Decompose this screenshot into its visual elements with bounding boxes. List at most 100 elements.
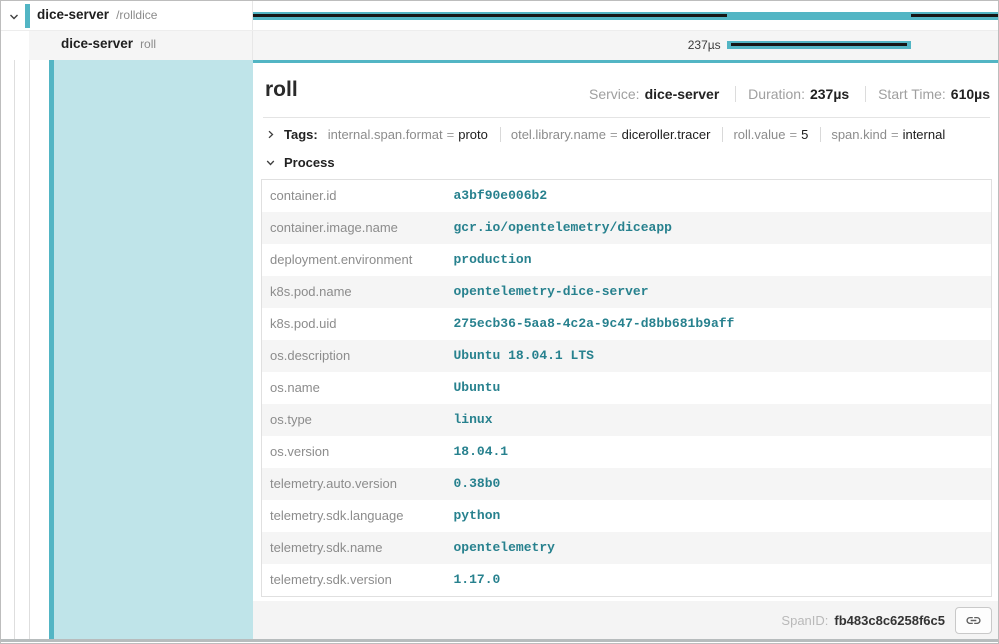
tag-value: proto <box>458 127 488 142</box>
process-kv-row: telemetry.sdk.version 1.17.0 <box>262 564 992 597</box>
tag-item: internal.span.format =proto <box>328 127 501 142</box>
kv-value: Ubuntu <box>446 372 992 404</box>
kv-key: os.version <box>262 436 446 468</box>
service-name-text: dice-server <box>37 7 109 22</box>
timeline-row-child: 237µs <box>253 31 998 60</box>
process-kv-row: os.description Ubuntu 18.04.1 LTS <box>262 340 992 372</box>
tag-value: diceroller.tracer <box>622 127 711 142</box>
span-self-time-segment <box>253 14 727 17</box>
root-span-bar[interactable] <box>253 12 998 20</box>
span-row-root[interactable]: dice-server/rolldice <box>1 1 998 31</box>
overview-value: dice-server <box>645 86 720 102</box>
overview-value: 610µs <box>951 86 990 102</box>
kv-value: 275ecb36-5aa8-4c2a-9c47-d8bb681b9aff <box>446 308 992 340</box>
span-color-bar <box>25 4 30 28</box>
process-label: Process <box>284 155 335 170</box>
kv-value: Ubuntu 18.04.1 LTS <box>446 340 992 372</box>
process-accordion[interactable]: Process <box>265 155 335 170</box>
service-name: dice-server/rolldice <box>37 7 157 22</box>
span-duration-label: 237µs <box>688 38 727 52</box>
indent-guide <box>14 31 15 639</box>
tags-accordion[interactable]: Tags:internal.span.format=protootel.libr… <box>265 127 990 142</box>
link-icon <box>965 612 982 629</box>
trace-detail-page: dice-server/rolldice dice-server roll 237… <box>0 0 999 644</box>
kv-value: gcr.io/opentelemetry/diceapp <box>446 212 992 244</box>
header-divider <box>263 117 990 118</box>
kv-key: k8s.pod.uid <box>262 308 446 340</box>
span-rows: dice-server/rolldice dice-server roll 237… <box>1 1 998 60</box>
kv-key: telemetry.auto.version <box>262 468 446 500</box>
span-overview: Service: dice-server Duration: 237µs Start… <box>589 86 990 102</box>
overview-item: Start Time: 610µs <box>865 86 990 102</box>
tag-key: span.kind <box>831 127 887 142</box>
kv-key: os.type <box>262 404 446 436</box>
spanid-label: SpanID: <box>781 613 828 628</box>
process-kv-row: k8s.pod.name opentelemetry-dice-server <box>262 276 992 308</box>
process-kv-row: container.id a3bf90e006b2 <box>262 180 992 213</box>
process-kv-row: telemetry.auto.version 0.38b0 <box>262 468 992 500</box>
operation-name: roll <box>140 37 156 51</box>
kv-key: telemetry.sdk.version <box>262 564 446 597</box>
kv-key: telemetry.sdk.name <box>262 532 446 564</box>
tag-key: internal.span.format <box>328 127 443 142</box>
tags-summary: internal.span.format=protootel.library.n… <box>328 127 968 142</box>
overview-value: 237µs <box>810 86 849 102</box>
kv-value: opentelemetry-dice-server <box>446 276 992 308</box>
kv-value: opentelemetry <box>446 532 992 564</box>
chevron-down-icon[interactable] <box>8 10 20 22</box>
spanid-value: fb483c8c6258f6c5 <box>834 613 945 628</box>
chevron-right-icon <box>265 128 276 139</box>
tag-equals: = <box>447 127 455 142</box>
tag-equals: = <box>891 127 899 142</box>
service-name-text: dice-server <box>61 36 133 51</box>
overview-label: Service: <box>589 86 640 102</box>
tag-item: otel.library.name=diceroller.tracer <box>511 127 724 142</box>
process-kv-row: os.name Ubuntu <box>262 372 992 404</box>
overview-item: Service: dice-server <box>589 86 719 102</box>
process-kv-row: os.version 18.04.1 <box>262 436 992 468</box>
duration-text: 237µs <box>688 38 721 52</box>
process-kv-row: os.type linux <box>262 404 992 436</box>
tags-label: Tags: <box>284 127 318 142</box>
kv-value: 0.38b0 <box>446 468 992 500</box>
kv-key: k8s.pod.name <box>262 276 446 308</box>
overview-label: Duration: <box>748 86 805 102</box>
span-name-column: dice-server roll <box>1 31 253 60</box>
tag-value: internal <box>903 127 946 142</box>
kv-key: telemetry.sdk.language <box>262 500 446 532</box>
span-row-child[interactable]: dice-server roll 237µs <box>1 31 998 60</box>
process-kv-row: container.image.name gcr.io/opentelemetr… <box>262 212 992 244</box>
detail-row-bottom-border <box>1 639 998 642</box>
kv-key: os.description <box>262 340 446 372</box>
chevron-down-icon <box>265 156 276 167</box>
process-kv-row: k8s.pod.uid 275ecb36-5aa8-4c2a-9c47-d8bb… <box>262 308 992 340</box>
kv-value: python <box>446 500 992 532</box>
span-detail-panel: roll Service:dice-server Duration:237µs … <box>253 60 999 639</box>
timeline-row-root <box>253 1 998 30</box>
deep-link-button[interactable] <box>955 607 992 634</box>
span-self-time-segment <box>911 14 998 17</box>
span-name-column: dice-server/rolldice <box>1 1 253 30</box>
kv-key: container.id <box>262 180 446 213</box>
kv-value: 1.17.0 <box>446 564 992 597</box>
operation-name: /rolldice <box>116 8 157 22</box>
kv-value: linux <box>446 404 992 436</box>
indent-guide <box>29 31 30 639</box>
selected-span-highlight <box>54 60 253 639</box>
tag-item: roll.value=5 <box>733 127 821 142</box>
kv-value: 18.04.1 <box>446 436 992 468</box>
kv-key: container.image.name <box>262 212 446 244</box>
span-detail-footer: SpanID: fb483c8c6258f6c5 <box>253 601 999 639</box>
tag-equals: = <box>610 127 618 142</box>
kv-key: deployment.environment <box>262 244 446 276</box>
tag-item: span.kind = internal <box>831 127 957 142</box>
process-kv-row: telemetry.sdk.language python <box>262 500 992 532</box>
kv-value: a3bf90e006b2 <box>446 180 992 213</box>
child-span-bar[interactable] <box>727 41 912 49</box>
overview-label: Start Time: <box>878 86 946 102</box>
overview-item: Duration: 237µs <box>735 86 849 102</box>
process-kv-row: telemetry.sdk.name opentelemetry <box>262 532 992 564</box>
tag-equals: = <box>790 127 798 142</box>
process-kv-table: container.id a3bf90e006b2 container.imag… <box>261 179 992 597</box>
kv-value: production <box>446 244 992 276</box>
